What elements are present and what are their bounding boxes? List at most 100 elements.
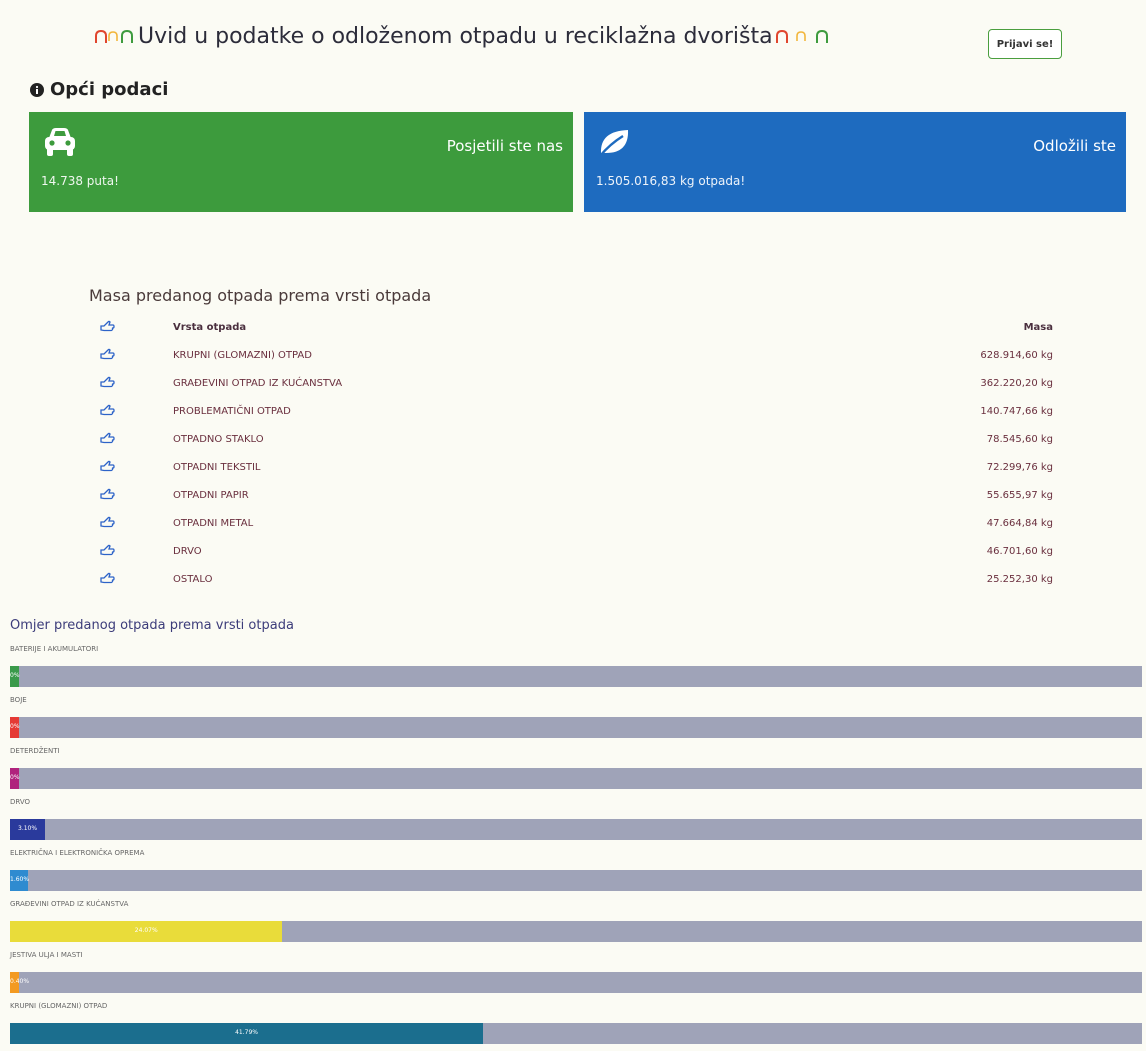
ratio-bar-label: JESTIVA ULJA I MASTI	[10, 951, 83, 959]
visits-value: 14.738 puta!	[41, 174, 119, 188]
ratio-bar-percent: 0.40%	[10, 978, 30, 985]
waste-type-cell: OTPADNI METAL	[173, 518, 254, 529]
waste-type-cell: OTPADNI PAPIR	[173, 490, 249, 501]
ratio-bar-label: KRUPNI (GLOMAZNI) OTPAD	[10, 1002, 108, 1010]
ratio-bar-fill: 0%	[10, 768, 20, 789]
waste-mass-cell: 25.252,30 kg	[986, 574, 1053, 585]
pointing-hand-icon	[100, 376, 115, 388]
deposited-title: Odložili ste	[1033, 137, 1116, 155]
ratio-bar-label: ELEKTRIČNA I ELEKTRONIČKA OPREMA	[10, 849, 145, 857]
table-row: PROBLEMATIČNI OTPAD 140.747,66 kg	[89, 399, 1069, 427]
ratio-bar-fill: 0.40%	[10, 972, 30, 993]
waste-type-cell: OSTALO	[173, 574, 213, 585]
page-title: Uvid u podatke o odloženom otpadu u reci…	[92, 24, 912, 49]
waste-mass-cell: 72.299,76 kg	[986, 462, 1053, 473]
waste-type-cell: DRVO	[173, 546, 202, 557]
page-title-text: Uvid u podatke o odloženom otpadu u reci…	[138, 24, 773, 49]
leaf-icon	[599, 130, 629, 157]
table-row: KRUPNI (GLOMAZNI) OTPAD 628.914,60 kg	[89, 343, 1069, 371]
ratio-bar-fill: 41.79%	[10, 1023, 484, 1044]
table-row: GRAĐEVINI OTPAD IZ KUĆANSTVA 362.220,20 k…	[89, 371, 1069, 399]
waste-mass-cell: 628.914,60 kg	[980, 350, 1053, 361]
waste-mass-cell: 46.701,60 kg	[986, 546, 1053, 557]
pointing-hand-icon	[100, 516, 115, 528]
ratio-bar-track: 1.60%	[10, 870, 1142, 891]
ratio-bar-label: BOJE	[10, 696, 27, 704]
car-icon	[45, 128, 75, 156]
pointing-hand-icon	[100, 348, 115, 360]
ratio-bar-percent: 0%	[10, 774, 20, 781]
ratio-bar-fill: 3.10%	[10, 819, 46, 840]
ratio-bar-fill: 24.07%	[10, 921, 283, 942]
ratio-bar-item: GRAĐEVINI OTPAD IZ KUĆANSTVA 24.07%	[0, 898, 1146, 949]
info-icon	[30, 82, 44, 97]
mass-table-heading: Masa predanog otpada prema vrsti otpada	[89, 286, 432, 305]
waste-type-cell: OTPADNO STAKLO	[173, 434, 264, 445]
waste-type-cell: OTPADNI TEKSTIL	[173, 462, 261, 473]
waste-mass-cell: 78.545,60 kg	[986, 434, 1053, 445]
ratio-bar-item: JESTIVA ULJA I MASTI 0.40%	[0, 949, 1146, 1000]
ratio-bar-label: GRAĐEVINI OTPAD IZ KUĆANSTVA	[10, 900, 129, 908]
ratio-bar-item: ELEKTRIČNA I ELEKTRONIČKA OPREMA 1.60%	[0, 847, 1146, 898]
waste-mass-cell: 55.655,97 kg	[986, 490, 1053, 501]
waste-type-cell: KRUPNI (GLOMAZNI) OTPAD	[173, 350, 312, 361]
ratio-bar-item: BATERIJE I AKUMULATORI 0%	[0, 643, 1146, 694]
ratio-bar-track: 0%	[10, 768, 1142, 789]
pointing-hand-icon	[100, 544, 115, 556]
deposited-value: 1.505.016,83 kg otpada!	[596, 174, 746, 188]
ratio-bar-track: 0.40%	[10, 972, 1142, 993]
pointing-hand-icon	[100, 320, 115, 332]
page-header: Uvid u podatke o odloženom otpadu u reci…	[0, 0, 1146, 72]
waste-type-cell: GRAĐEVINI OTPAD IZ KUĆANSTVA	[173, 378, 343, 389]
ratio-bar-fill: 0%	[10, 666, 20, 687]
ratio-bar-label: BATERIJE I AKUMULATORI	[10, 645, 99, 653]
ratio-bar-item: KRUPNI (GLOMAZNI) OTPAD 41.79%	[0, 1000, 1146, 1051]
general-data-heading-text: Opći podaci	[50, 79, 169, 100]
pointing-hand-icon	[100, 432, 115, 444]
table-row: DRVO 46.701,60 kg	[89, 539, 1069, 567]
ratio-bar-item: DETERDŽENTI 0%	[0, 745, 1146, 796]
ratio-bar-label: DRVO	[10, 798, 31, 806]
ratio-bar-percent: 0%	[10, 672, 20, 679]
table-row: OTPADNI PAPIR 55.655,97 kg	[89, 483, 1069, 511]
column-header-mass: Masa	[1023, 322, 1053, 333]
table-body: KRUPNI (GLOMAZNI) OTPAD 628.914,60 kg GRAĐ…	[89, 343, 1069, 593]
login-button[interactable]: Prijavi se!	[988, 29, 1062, 59]
ratio-bar-track: 41.79%	[10, 1023, 1142, 1044]
table-row: OTPADNI METAL 47.664,84 kg	[89, 511, 1069, 539]
ratio-bar-percent: 3.10%	[18, 825, 38, 832]
ratio-bar-label: DETERDŽENTI	[10, 747, 60, 755]
ratio-bar-fill: 1.60%	[10, 870, 30, 891]
pointing-hand-icon	[100, 488, 115, 500]
ratio-heading: Omjer predanog otpada prema vrsti otpada	[10, 618, 294, 633]
table-header-row: Vrsta otpada Masa	[89, 315, 1069, 343]
table-row: OTPADNI TEKSTIL 72.299,76 kg	[89, 455, 1069, 483]
ratio-bar-track: 24.07%	[10, 921, 1142, 942]
recycle-decoration-icon	[775, 28, 831, 46]
deposited-stat-card: Odložili ste 1.505.016,83 kg otpada!	[584, 112, 1126, 212]
visits-title: Posjetili ste nas	[446, 137, 563, 155]
ratio-bar-track: 0%	[10, 717, 1142, 738]
waste-mass-cell: 362.220,20 kg	[980, 378, 1053, 389]
ratio-bar-track: 0%	[10, 666, 1142, 687]
table-row: OTPADNO STAKLO 78.545,60 kg	[89, 427, 1069, 455]
ratio-bar-list: BATERIJE I AKUMULATORI 0% BOJE 0% DETERDŽENT…	[0, 643, 1146, 1051]
general-data-heading: Opći podaci	[30, 79, 168, 100]
ratio-bar-percent: 1.60%	[10, 876, 30, 883]
pointing-hand-icon	[100, 460, 115, 472]
ratio-bar-item: BOJE 0%	[0, 694, 1146, 745]
ratio-bar-item: DRVO 3.10%	[0, 796, 1146, 847]
waste-type-cell: PROBLEMATIČNI OTPAD	[173, 406, 291, 417]
waste-mass-cell: 47.664,84 kg	[986, 518, 1053, 529]
recycle-decoration-icon	[94, 28, 136, 46]
pointing-hand-icon	[100, 572, 115, 584]
waste-mass-table: Vrsta otpada Masa KRUPNI (GLOMAZNI) OTPA…	[89, 315, 1069, 593]
ratio-bar-fill: 0%	[10, 717, 20, 738]
ratio-bar-percent: 0%	[10, 723, 20, 730]
ratio-bar-percent: 24.07%	[134, 927, 158, 934]
table-row: OSTALO 25.252,30 kg	[89, 567, 1069, 593]
column-header-type: Vrsta otpada	[173, 322, 247, 333]
waste-mass-cell: 140.747,66 kg	[980, 406, 1053, 417]
ratio-bar-track: 3.10%	[10, 819, 1142, 840]
pointing-hand-icon	[100, 404, 115, 416]
